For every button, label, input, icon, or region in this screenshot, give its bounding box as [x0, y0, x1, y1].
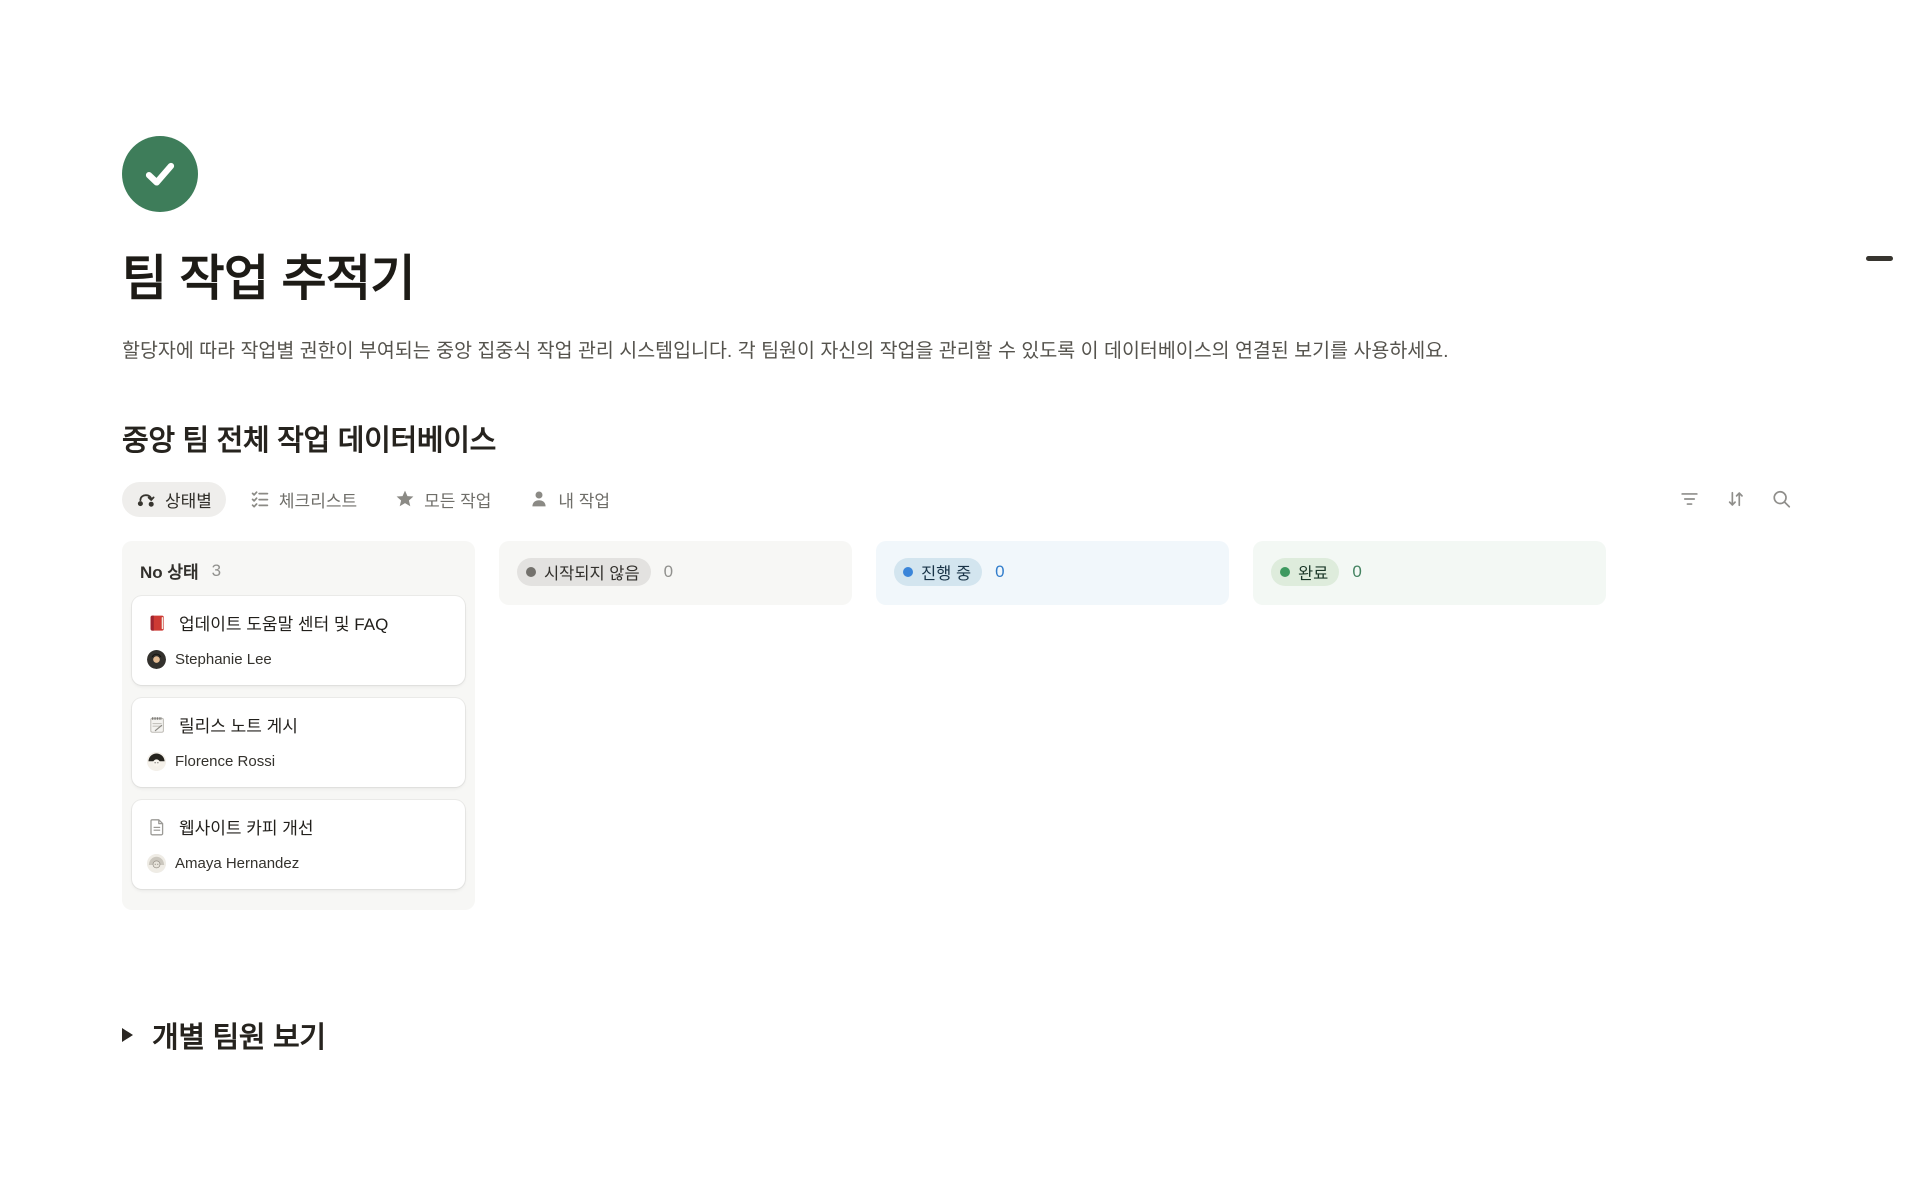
tab-label: 체크리스트 — [279, 487, 357, 512]
column-header[interactable]: 시작되지 않음 0 — [507, 549, 844, 597]
board-status-icon — [136, 489, 156, 509]
task-card[interactable]: 업데이트 도움말 센터 및 FAQ Stephanie Lee — [132, 596, 465, 685]
board-column-not-started: 시작되지 않음 0 — [499, 541, 852, 605]
task-title: 업데이트 도움말 센터 및 FAQ — [179, 610, 388, 635]
database-heading: 중앙 팀 전체 작업 데이터베이스 — [122, 417, 1794, 459]
column-label: No 상태 — [140, 558, 199, 583]
status-dot — [526, 567, 536, 577]
checkmark-glyph — [138, 152, 182, 196]
kanban-board: No 상태 3 업데이트 도움말 센터 및 FAQ — [122, 541, 1794, 910]
minimize-dash-icon[interactable] — [1866, 256, 1893, 261]
board-column-done: 완료 0 — [1253, 541, 1606, 605]
tab-checklist[interactable]: 체크리스트 — [236, 482, 371, 517]
section-toggle-team-member-views[interactable]: 개별 팀원 보기 — [122, 1014, 1794, 1056]
chevron-right-icon — [122, 1028, 133, 1042]
status-dot — [1280, 567, 1290, 577]
document-icon — [147, 817, 167, 837]
assignee-name: Florence Rossi — [175, 753, 275, 770]
column-count: 0 — [1352, 562, 1361, 582]
red-book-emoji — [147, 613, 167, 633]
tab-all-tasks[interactable]: 모든 작업 — [381, 482, 505, 517]
status-dot — [903, 567, 913, 577]
task-card[interactable]: 웹사이트 카피 개선 Amaya Hernandez — [132, 800, 465, 889]
avatar — [147, 854, 166, 873]
task-title: 릴리스 노트 게시 — [179, 712, 298, 737]
page-title: 팀 작업 추적기 — [122, 250, 1794, 309]
status-label: 완료 — [1298, 560, 1328, 584]
board-column-in-progress: 진행 중 0 — [876, 541, 1229, 605]
person-icon — [529, 489, 549, 509]
tab-my-tasks[interactable]: 내 작업 — [515, 482, 624, 517]
star-icon — [395, 489, 415, 509]
status-pill: 진행 중 — [894, 558, 982, 586]
tab-label: 상태별 — [165, 487, 212, 512]
column-count: 3 — [212, 561, 221, 581]
view-toolbar — [1679, 489, 1792, 510]
assignee-name: Stephanie Lee — [175, 651, 272, 668]
status-label: 진행 중 — [921, 560, 971, 584]
status-pill: 완료 — [1271, 558, 1339, 586]
section-toggle-label: 개별 팀원 보기 — [152, 1014, 326, 1056]
sort-icon[interactable] — [1725, 489, 1746, 510]
column-header[interactable]: 완료 0 — [1261, 549, 1598, 597]
page-body: 팀 작업 추적기 할당자에 따라 작업별 권한이 부여되는 중앙 집중식 작업 … — [122, 0, 1794, 1056]
status-label: 시작되지 않음 — [544, 560, 640, 584]
check-circle-icon[interactable] — [122, 136, 198, 212]
task-card[interactable]: 릴리스 노트 게시 Florence Rossi — [132, 698, 465, 787]
filter-icon[interactable] — [1679, 489, 1700, 510]
board-column-no-status: No 상태 3 업데이트 도움말 센터 및 FAQ — [122, 541, 475, 910]
column-header[interactable]: No 상태 3 — [130, 549, 467, 594]
tab-by-status[interactable]: 상태별 — [122, 482, 226, 517]
column-count: 0 — [995, 562, 1004, 582]
column-count: 0 — [664, 562, 673, 582]
avatar — [147, 752, 166, 771]
checklist-icon — [250, 489, 270, 509]
column-header[interactable]: 진행 중 0 — [884, 549, 1221, 597]
page-description: 할당자에 따라 작업별 권한이 부여되는 중앙 집중식 작업 관리 시스템입니다… — [122, 337, 1602, 365]
search-icon[interactable] — [1771, 489, 1792, 510]
avatar — [147, 650, 166, 669]
tab-label: 모든 작업 — [424, 487, 491, 512]
assignee-name: Amaya Hernandez — [175, 855, 299, 872]
view-tabs-row: 상태별 체크리스트 모든 작업 내 작업 — [122, 481, 1794, 517]
notepad-emoji — [147, 715, 167, 735]
task-title: 웹사이트 카피 개선 — [179, 814, 314, 839]
status-pill: 시작되지 않음 — [517, 558, 651, 586]
tab-label: 내 작업 — [558, 487, 610, 512]
